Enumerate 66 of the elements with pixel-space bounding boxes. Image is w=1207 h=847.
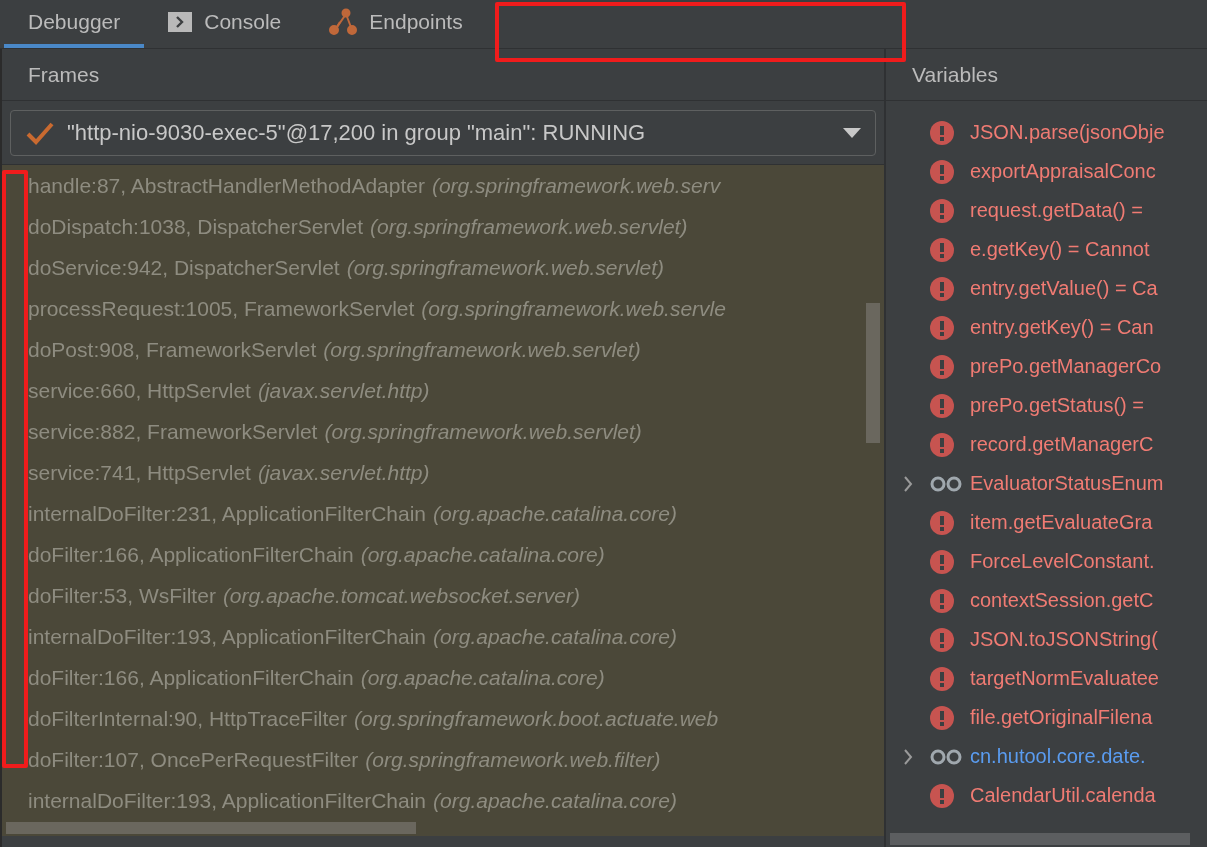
stack-frame[interactable]: handle:87, AbstractHandlerMethodAdapter (org.springframework.web.serv [28, 165, 721, 206]
tab[interactable]: Debugger [4, 0, 145, 48]
error-icon [930, 120, 954, 145]
stack-frame[interactable]: service:660, HttpServlet (javax.servlet.http) [28, 370, 430, 411]
variable-entry[interactable]: prePo.getStatus() = [970, 394, 1144, 417]
stack-frame[interactable]: internalDoFilter:193, ApplicationFilterChain (org.apache.catalina.core) [28, 616, 678, 657]
error-icon [930, 627, 954, 652]
variable-entry[interactable]: item.getEvaluateGra [970, 511, 1153, 534]
glasses-icon [930, 475, 962, 492]
variable-entry[interactable]: JSON.parse(jsonObje [970, 121, 1165, 144]
error-icon [930, 705, 954, 730]
stack-frame[interactable]: service:882, FrameworkServlet (org.springframework.web.servlet) [28, 411, 642, 452]
glasses-icon [930, 748, 962, 765]
error-icon [930, 354, 954, 379]
error-icon [930, 198, 954, 223]
variable-entry[interactable]: ForceLevelConstant. [970, 550, 1155, 573]
variable-entry[interactable]: entry.getKey() = Can [970, 316, 1154, 339]
error-icon [930, 276, 954, 301]
variable-entry[interactable]: entry.getValue() = Ca [970, 277, 1158, 300]
variable-entry[interactable]: targetNormEvaluatee [970, 667, 1159, 690]
stack-frame[interactable]: internalDoFilter:193, ApplicationFilterChain (org.apache.catalina.core) [28, 780, 678, 821]
stack-frame[interactable]: doPost:908, FrameworkServlet (org.springframework.web.servlet) [28, 329, 641, 370]
error-icon [930, 783, 954, 808]
variable-entry[interactable]: EvaluatorStatusEnum [970, 472, 1164, 495]
panel-title: Variables [912, 62, 998, 87]
stack-frame[interactable]: doFilter:53, WsFilter (org.apache.tomcat.websocket.server) [28, 575, 581, 616]
variable-entry[interactable]: e.getKey() = Cannot [970, 238, 1150, 261]
expand-chevron-icon[interactable] [902, 474, 914, 493]
console-icon [168, 12, 193, 32]
scrollbar-thumb[interactable] [890, 833, 1190, 845]
variable-entry[interactable]: CalendarUtil.calenda [970, 784, 1156, 807]
variable-entry[interactable]: contextSession.getC [970, 589, 1154, 612]
error-icon [930, 237, 954, 262]
error-icon [930, 666, 954, 691]
variable-entry[interactable]: cn.hutool.core.date. [970, 745, 1146, 768]
error-icon [930, 432, 954, 457]
stack-frame[interactable]: doFilterInternal:90, HttpTraceFilter (org.springframework.boot.actuate.web [28, 698, 719, 739]
error-icon [930, 393, 954, 418]
error-icon [930, 159, 954, 184]
error-icon [930, 315, 954, 340]
thread-dropdown[interactable]: "http-nio-9030-exec-5"@17,200 in group "main": RUNNING [10, 109, 876, 156]
stack-frame[interactable]: doFilter:107, OncePerRequestFilter (org.springframework.web.filter) [28, 739, 661, 780]
stack-frame[interactable]: doService:942, DispatcherServlet (org.springframework.web.servlet) [28, 247, 665, 288]
stack-frame[interactable]: doDispatch:1038, DispatcherServlet (org.springframework.web.servlet) [28, 206, 688, 247]
stack-frame[interactable]: doFilter:166, ApplicationFilterChain (org.apache.catalina.core) [28, 534, 605, 575]
nodes-icon [329, 8, 358, 36]
dropdown-caret-icon [843, 127, 861, 138]
variable-entry[interactable]: JSON.toJSONString( [970, 628, 1158, 651]
tab[interactable]: Endpoints [305, 0, 487, 48]
stack-frame[interactable]: doFilter:166, ApplicationFilterChain (org.apache.catalina.core) [28, 657, 605, 698]
variable-entry[interactable]: record.getManagerC [970, 433, 1154, 456]
tab[interactable]: Console [144, 0, 306, 48]
scrollbar-thumb[interactable] [6, 822, 416, 834]
variable-entry[interactable]: file.getOriginalFilena [970, 706, 1153, 729]
scrollbar-thumb[interactable] [866, 303, 880, 443]
error-icon [930, 549, 954, 574]
stack-frame[interactable]: service:741, HttpServlet (javax.servlet.http) [28, 452, 430, 493]
panel-title: Frames [28, 62, 100, 87]
error-icon [930, 588, 954, 613]
variable-entry[interactable]: prePo.getManagerCo [970, 355, 1162, 378]
variable-entry[interactable]: exportAppraisalConc [970, 160, 1156, 183]
error-icon [930, 510, 954, 535]
stack-frame[interactable]: internalDoFilter:231, ApplicationFilterChain (org.apache.catalina.core) [28, 493, 678, 534]
stack-frame[interactable]: processRequest:1005, FrameworkServlet (org.springframework.web.servle [28, 288, 726, 329]
variable-entry[interactable]: request.getData() = [970, 199, 1143, 222]
expand-chevron-icon[interactable] [902, 747, 914, 766]
